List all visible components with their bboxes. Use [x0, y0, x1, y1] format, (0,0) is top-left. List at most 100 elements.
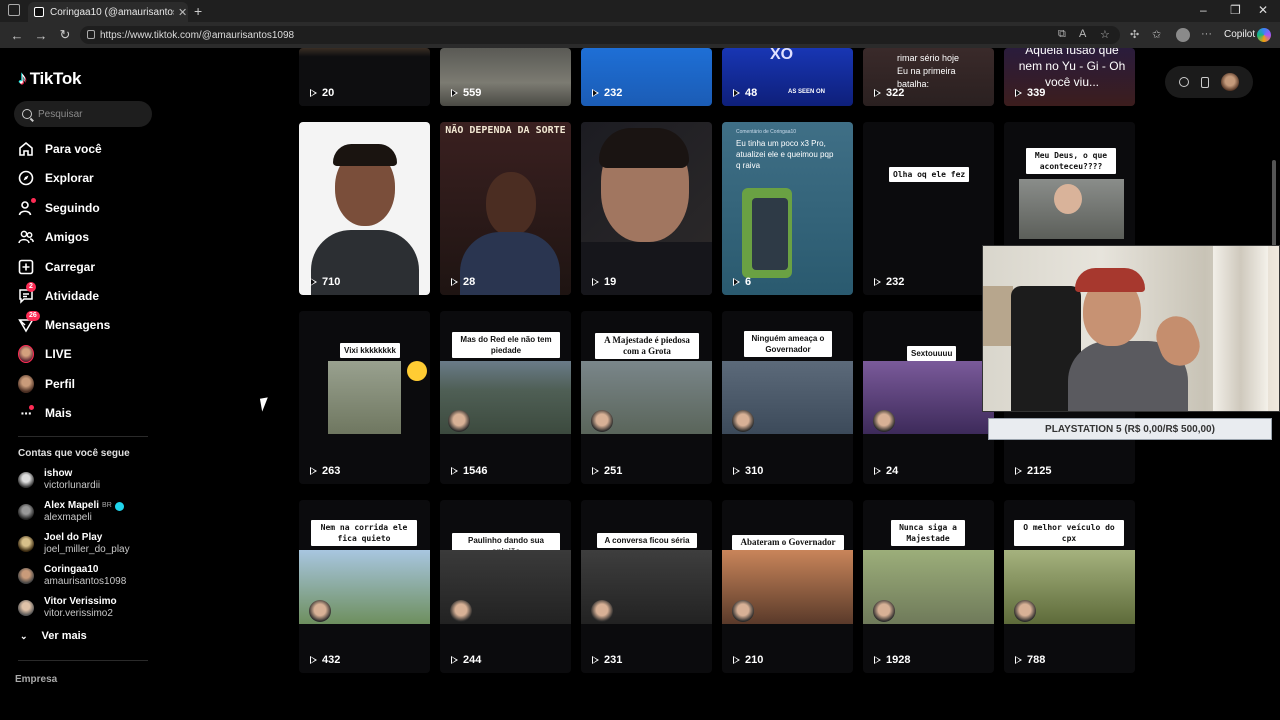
browser-tab[interactable]: Coringaa10 (@amaurisantos1098 ✕	[28, 2, 188, 22]
close-tab-icon[interactable]: ✕	[178, 6, 187, 19]
nav-item-perfil[interactable]: Perfil	[18, 373, 158, 395]
mouse-cursor-icon	[259, 397, 271, 412]
video-card[interactable]: Olha oq ele fez 232	[863, 122, 994, 295]
nav-item-live[interactable]: LIVE	[18, 343, 158, 365]
thumb-caption: A Majestade é piedosa com a Grota	[595, 333, 699, 359]
nav-item-mensagens[interactable]: 26 Mensagens	[18, 311, 158, 336]
view-count: 232	[886, 276, 905, 288]
following-item[interactable]: Alex Mapeli BR alexmapeli	[18, 498, 158, 526]
nav-label: Mais	[45, 406, 72, 420]
reload-icon[interactable]: ↻	[58, 27, 72, 43]
bottom-bar	[0, 688, 1280, 720]
search-box[interactable]	[14, 101, 152, 127]
video-card[interactable]: Vixi kkkkkkkk 263	[299, 311, 430, 484]
read-aloud-icon[interactable]: A	[1079, 28, 1086, 40]
video-card[interactable]: Sextouuuu 24	[863, 311, 994, 484]
see-more-button[interactable]: ⌄ Ver mais	[20, 630, 87, 642]
play-icon	[592, 89, 599, 97]
view-count: 28	[463, 276, 476, 288]
activity-badge: 2	[26, 282, 36, 292]
play-icon	[310, 467, 317, 475]
video-card[interactable]: 710	[299, 122, 430, 295]
verified-icon	[114, 501, 124, 511]
nav-item-explorar[interactable]: Explorar	[18, 167, 158, 189]
following-item[interactable]: ishow victorlunardii	[18, 466, 158, 494]
play-icon	[1015, 89, 1022, 97]
view-count: 231	[604, 654, 623, 666]
nav-item-seguindo[interactable]: Seguindo	[18, 197, 158, 219]
account-name: Coringaa10	[44, 564, 99, 575]
video-card[interactable]: 559	[440, 48, 571, 106]
play-icon	[451, 467, 458, 475]
view-count: 788	[1027, 654, 1046, 666]
video-card[interactable]: XO AS SEEN ON 48	[722, 48, 853, 106]
following-item[interactable]: Vitor Verissimo vitor.verissimo2	[18, 594, 158, 622]
browser-profile-avatar[interactable]	[1176, 28, 1190, 42]
copilot-logo-icon[interactable]	[1257, 28, 1271, 42]
video-card[interactable]: 19	[581, 122, 712, 295]
nav-label: Carregar	[45, 260, 96, 274]
video-card[interactable]: 20	[299, 48, 430, 106]
nav-item-atividade[interactable]: 2 Atividade	[18, 282, 158, 307]
video-card[interactable]: Nunca siga a Majestade 1928	[863, 500, 994, 673]
video-card[interactable]: Mas do Red ele não tem piedade 1546	[440, 311, 571, 484]
compass-icon[interactable]	[1179, 77, 1189, 87]
avatar[interactable]	[1221, 73, 1239, 91]
play-icon	[310, 89, 317, 97]
video-card[interactable]: O melhor veículo do cpx 788	[1004, 500, 1135, 673]
video-card[interactable]: 232	[581, 48, 712, 106]
following-item[interactable]: Joel do Play joel_miller_do_play	[18, 530, 158, 558]
open-app-icon[interactable]: ⧉	[1058, 28, 1066, 41]
thumb-caption: Sextouuuu	[907, 346, 957, 361]
favorites-icon[interactable]: ✩	[1152, 28, 1161, 41]
view-count: 710	[322, 276, 341, 288]
search-input[interactable]	[38, 108, 138, 120]
avatar	[18, 472, 34, 488]
close-window-icon[interactable]: ✕	[1258, 3, 1268, 17]
more-options-icon[interactable]: ···	[1201, 28, 1212, 40]
floating-toolbar	[1165, 66, 1253, 98]
new-tab-icon[interactable]: +	[194, 3, 202, 19]
video-card[interactable]: Abateram o Governador 210	[722, 500, 853, 673]
video-card[interactable]: A Majestade é piedosa com a Grota 251	[581, 311, 712, 484]
favorite-star-icon[interactable]: ☆	[1100, 28, 1110, 41]
sidebar: ♪ TikTok Para você Explorar Seguindo Ami…	[0, 48, 168, 688]
browser-tab-bar: Coringaa10 (@amaurisantos1098 ✕ + – ❐ ✕	[0, 0, 1280, 22]
video-card[interactable]: Comentário de Coringaa10 Eu tinha um poc…	[722, 122, 853, 295]
copilot-button[interactable]: Copilot	[1224, 29, 1255, 40]
window-menu-icon[interactable]	[8, 4, 20, 16]
back-icon[interactable]: ←	[10, 28, 24, 43]
tiktok-logo[interactable]: ♪ TikTok	[18, 68, 81, 89]
avatar	[18, 600, 34, 616]
video-card[interactable]: Nem na corrida ele fica quieto 432	[299, 500, 430, 673]
maximize-icon[interactable]: ❐	[1230, 3, 1241, 17]
account-username: alexmapeli	[44, 512, 92, 523]
nav-item-amigos[interactable]: Amigos	[18, 226, 158, 248]
video-card[interactable]: rimar sério hoje Eu na primeira batalha:…	[863, 48, 994, 106]
messages-icon: 26	[18, 311, 40, 333]
url-field[interactable]: https://www.tiktok.com/@amaurisantos1098	[80, 26, 1120, 44]
video-card[interactable]: Aquela fusão que nem no Yu - Gi - Oh voc…	[1004, 48, 1135, 106]
nav-item-mais[interactable]: ··· Mais	[18, 402, 158, 424]
thumb-caption: Mas do Red ele não tem piedade	[452, 332, 560, 358]
extensions-icon[interactable]: ✣	[1130, 28, 1139, 41]
video-card[interactable]: A conversa ficou séria 231	[581, 500, 712, 673]
url-text: https://www.tiktok.com/@amaurisantos1098	[100, 29, 295, 41]
address-bar: ← → ↻ https://www.tiktok.com/@amaurisant…	[0, 22, 1280, 48]
nav-item-para-voce[interactable]: Para você	[18, 138, 158, 160]
footer-link-empresa[interactable]: Empresa	[15, 674, 57, 685]
view-count: 244	[463, 654, 482, 666]
video-card[interactable]: NÃO DEPENDA DA SORTE 28	[440, 122, 571, 295]
avatar	[18, 536, 34, 552]
view-count: 432	[322, 654, 341, 666]
nav-item-carregar[interactable]: Carregar	[18, 256, 158, 278]
thumb-caption: Ninguém ameaça o Governador	[744, 331, 832, 357]
video-card[interactable]: Ninguém ameaça o Governador 310	[722, 311, 853, 484]
following-item[interactable]: Coringaa10 amaurisantos1098	[18, 562, 158, 590]
phone-icon[interactable]	[1201, 76, 1209, 88]
minimize-icon[interactable]: –	[1200, 3, 1207, 17]
live-icon	[18, 345, 34, 363]
forward-icon[interactable]: →	[34, 28, 48, 43]
account-name: Vitor Verissimo	[44, 596, 117, 607]
video-card[interactable]: Paulinho dando sua opinião 244	[440, 500, 571, 673]
